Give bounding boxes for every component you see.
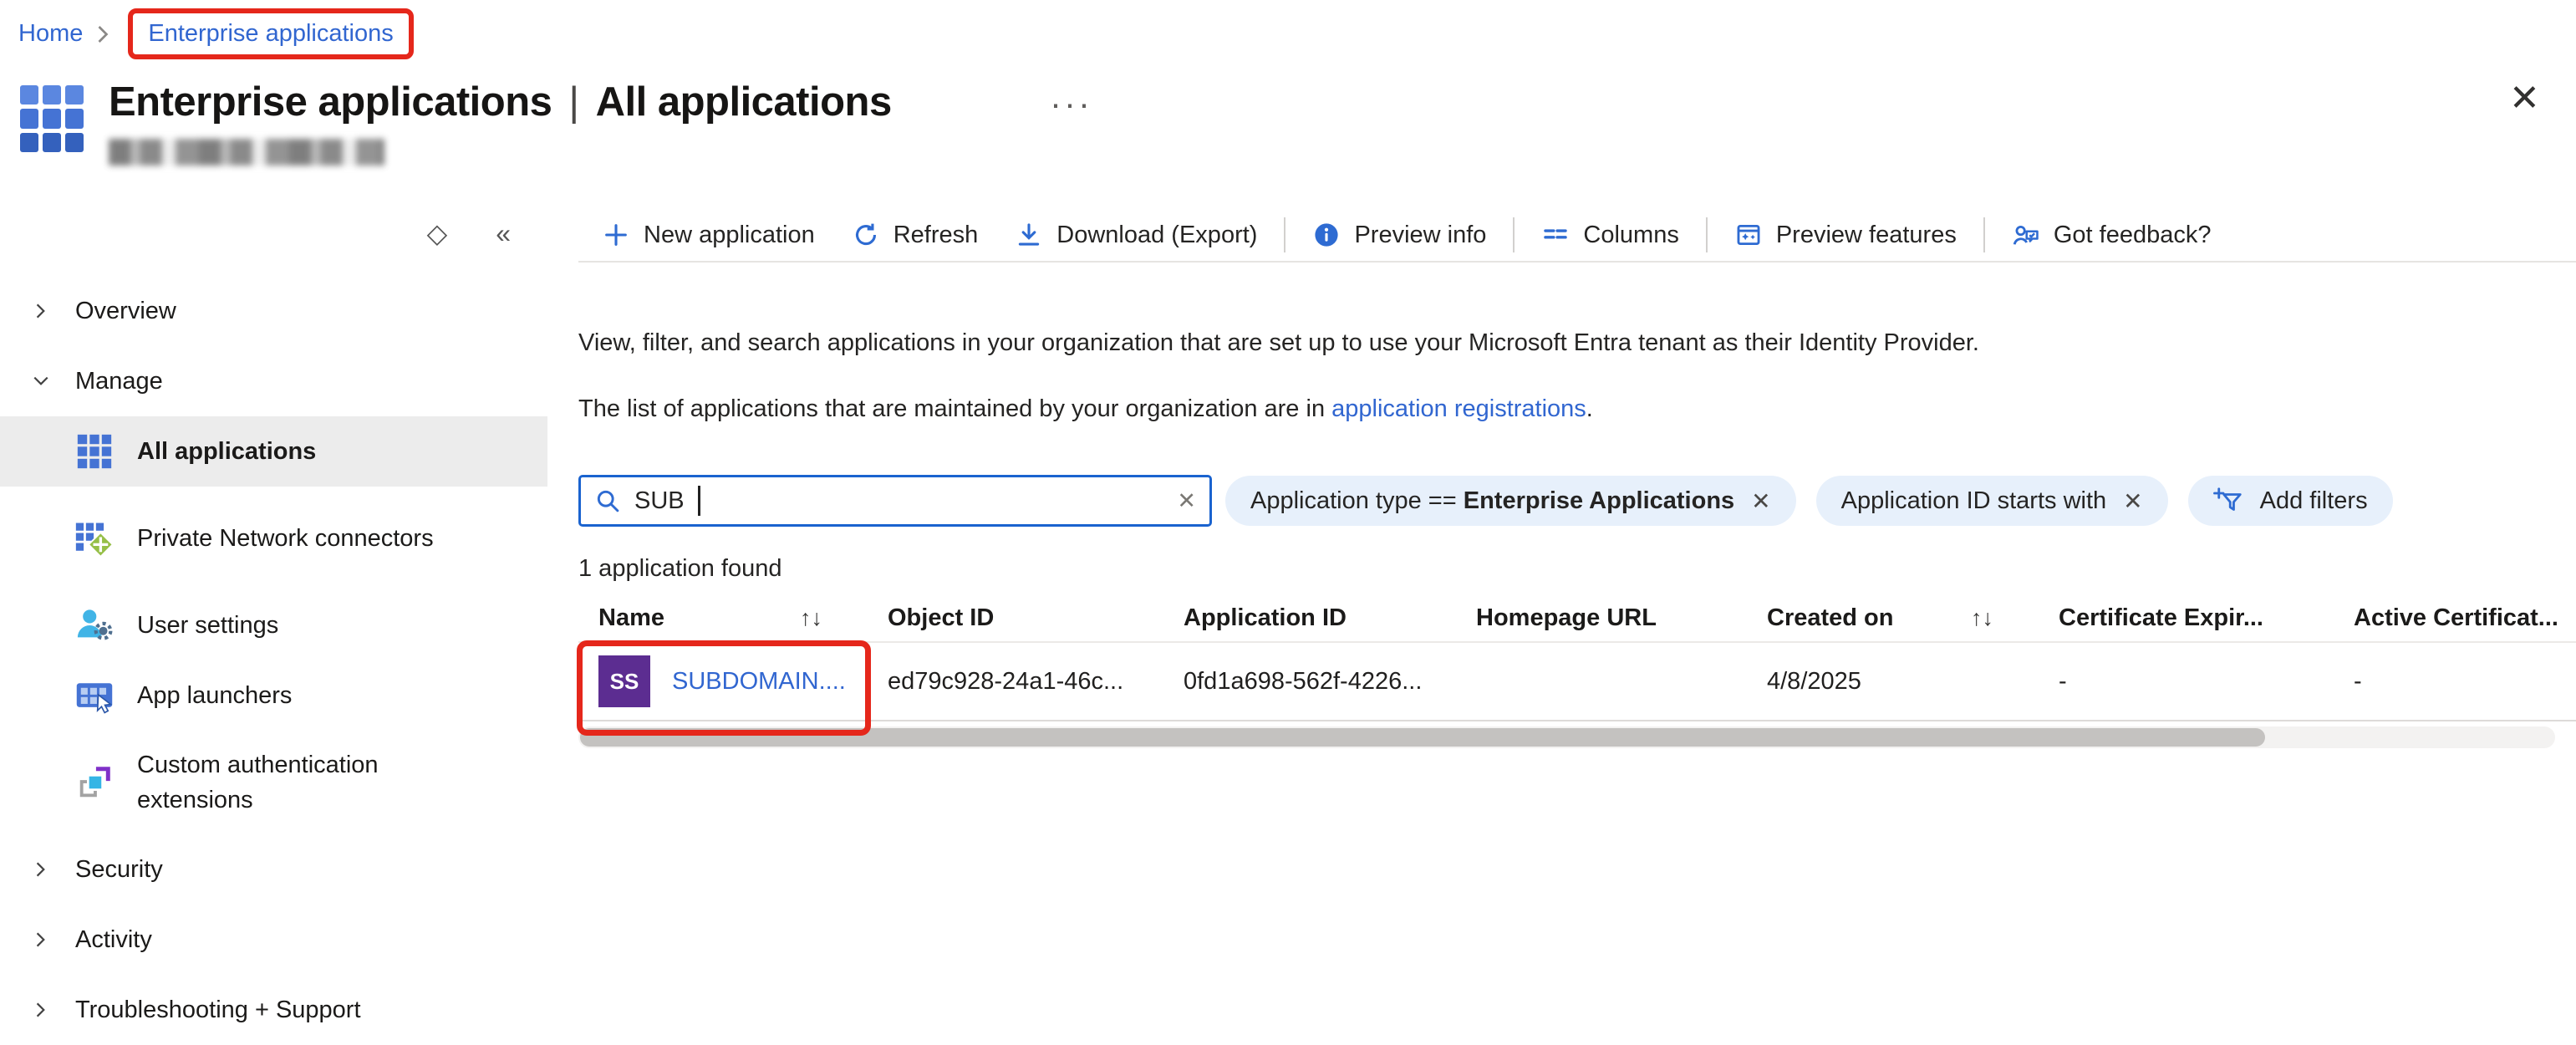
column-header-application-id[interactable]: Application ID [1184,604,1476,632]
horizontal-scrollbar[interactable] [578,726,2555,748]
tenant-name-redacted [109,139,384,166]
feedback-icon [2012,221,2040,249]
breadcrumb: Home Enterprise applications [18,8,414,59]
sidebar-item-manage[interactable]: Manage [0,346,547,416]
application-registrations-link[interactable]: application registrations [1331,395,1586,422]
app-avatar: SS [598,655,650,707]
sidebar-item-user-settings[interactable]: User settings [0,590,547,660]
sidebar-item-app-launchers[interactable]: App launchers [0,660,547,731]
remove-filter-icon[interactable]: ✕ [1751,487,1770,515]
column-header-object-id[interactable]: Object ID [888,604,1184,632]
created-on-cell: 4/8/2025 [1767,668,2059,696]
filter-pill-application-type[interactable]: Application type == Enterprise Applicati… [1225,476,1796,526]
info-icon [1312,221,1341,249]
application-id-cell: 0fd1a698-562f-4226... [1184,668,1476,696]
columns-icon [1541,221,1570,249]
toolbar-divider [1513,217,1515,252]
add-filter-funnel-icon [2213,486,2243,516]
more-options-ellipsis-button[interactable]: ··· [1050,84,1092,124]
refresh-icon [852,221,880,249]
download-export-button[interactable]: Download (Export) [996,221,1275,249]
application-name-link[interactable]: SUBDOMAIN.... [672,668,846,696]
user-settings-icon [74,604,115,646]
object-id-cell: ed79c928-24a1-46c... [888,668,1184,696]
download-icon [1015,221,1043,249]
network-connector-icon [74,517,115,559]
page-description: View, filter, and search applications in… [578,329,2576,357]
breadcrumb-current-link[interactable]: Enterprise applications [148,20,393,48]
table-row[interactable]: SS SUBDOMAIN.... ed79c928-24a1-46c... 0f… [578,643,2576,721]
enterprise-apps-grid-icon [20,85,84,152]
grid-icon [74,431,115,472]
new-application-button[interactable]: New application [583,221,833,249]
result-count: 1 application found [578,555,2576,583]
collapse-menu-icon[interactable]: « [496,220,511,247]
sidebar-item-activity[interactable]: Activity [0,905,547,975]
sidebar-item-all-applications[interactable]: All applications [0,416,547,487]
sidebar-item-private-network-connectors[interactable]: Private Network connectors [0,487,547,590]
scrollbar-thumb[interactable] [580,728,2265,747]
certificate-expiring-cell: - [2059,668,2354,696]
sidebar-item-troubleshooting-support[interactable]: Troubleshooting + Support [0,975,547,1045]
preview-features-button[interactable]: Preview features [1716,221,1975,249]
app-launcher-icon [74,675,115,716]
chevron-right-icon [32,930,50,949]
app-registrations-note: The list of applications that are mainta… [578,395,2576,423]
dock-blade-icon[interactable]: ◇ [427,220,448,247]
clear-search-icon[interactable]: ✕ [1177,488,1196,514]
command-bar: New application Refresh Download (Export… [578,209,2576,263]
search-input[interactable]: SUB ✕ [578,475,1212,527]
toolbar-divider [1284,217,1285,252]
sidebar-item-security[interactable]: Security [0,834,547,905]
column-header-name[interactable]: Name ↑↓ [598,604,888,632]
page-title: Enterprise applications|All applications [109,79,892,125]
sort-icon[interactable]: ↑↓ [1971,605,1993,631]
column-header-homepage-url[interactable]: Homepage URL [1476,604,1767,632]
preview-info-button[interactable]: Preview info [1294,221,1504,249]
active-certificates-cell: - [2354,668,2576,696]
remove-filter-icon[interactable]: ✕ [2123,487,2142,515]
sidebar: ◇ « Overview Manage All applications [0,209,547,1031]
custom-auth-icon [74,762,115,803]
toolbar-divider [1983,217,1985,252]
search-icon [594,487,621,514]
text-caret [698,486,700,516]
table-header: Name ↑↓ Object ID Application ID Homepag… [578,594,2576,643]
toolbar-divider [1706,217,1708,252]
add-filters-button[interactable]: Add filters [2188,476,2393,526]
preview-features-icon [1734,221,1763,249]
chevron-right-icon [32,860,50,879]
sidebar-item-custom-authentication-extensions[interactable]: Custom authentication extensions [0,731,547,834]
breadcrumb-chevron-icon [96,24,109,44]
column-header-created-on[interactable]: Created on ↑↓ [1767,604,2059,632]
got-feedback-button[interactable]: Got feedback? [1993,221,2230,249]
annotation-box-breadcrumb: Enterprise applications [128,8,413,59]
main-content: New application Refresh Download (Export… [578,209,2576,748]
filter-bar: SUB ✕ Application type == Enterprise App… [578,475,2576,527]
chevron-right-icon [32,1001,50,1019]
chevron-right-icon [32,302,50,320]
sidebar-item-overview[interactable]: Overview [0,276,547,346]
refresh-button[interactable]: Refresh [833,221,997,249]
search-value: SUB [634,487,685,515]
filter-pill-application-id[interactable]: Application ID starts with ✕ [1816,476,2168,526]
close-icon[interactable]: ✕ [2509,80,2540,117]
chevron-down-icon [32,372,50,390]
breadcrumb-home-link[interactable]: Home [18,20,83,48]
page-header: Enterprise applications|All applications [20,79,892,166]
plus-icon [602,221,630,249]
column-header-active-certificates[interactable]: Active Certificat... [2354,604,2576,632]
columns-button[interactable]: Columns [1523,221,1697,249]
sort-icon[interactable]: ↑↓ [800,605,822,631]
column-header-certificate-expiring[interactable]: Certificate Expir... [2059,604,2354,632]
